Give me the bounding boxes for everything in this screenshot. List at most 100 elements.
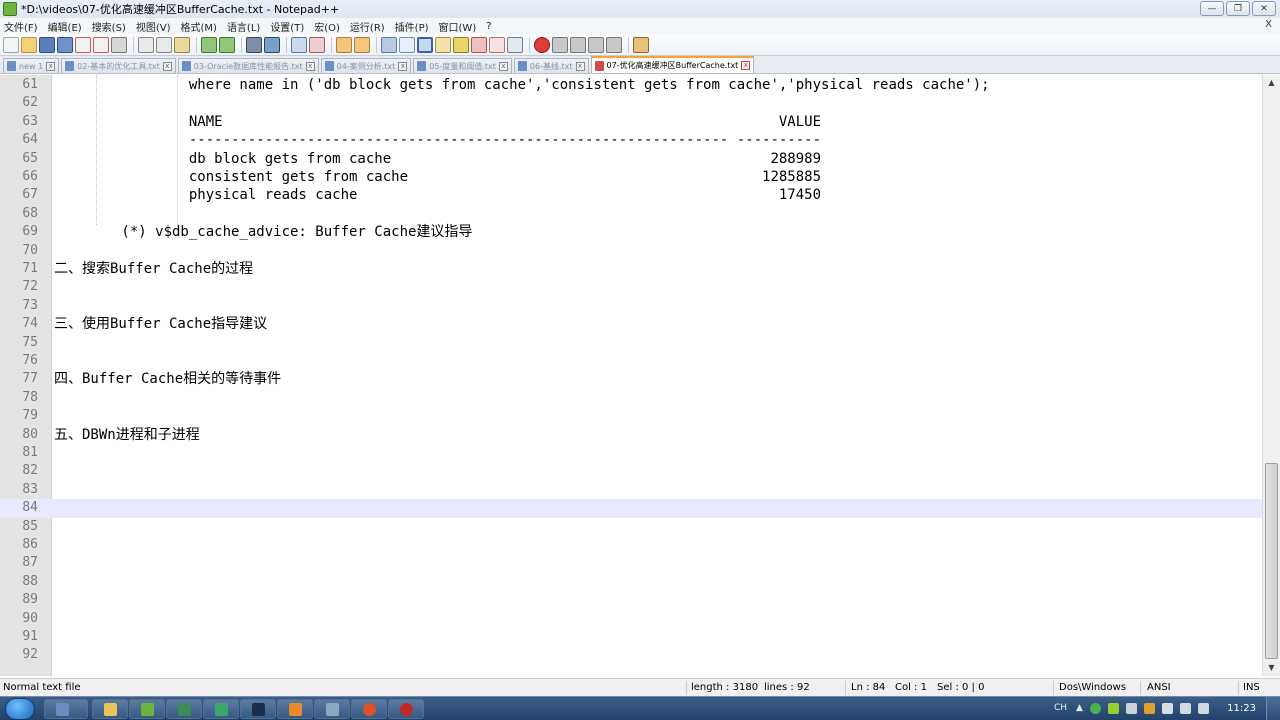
- show-desktop-button[interactable]: [1266, 697, 1280, 720]
- open-file-icon[interactable]: [21, 36, 37, 53]
- line-text[interactable]: (*) v$db_cache_advice: Buffer Cache建议指导: [54, 223, 472, 241]
- tab-close-icon[interactable]: x: [498, 61, 508, 71]
- editor-line[interactable]: 82: [0, 462, 1262, 480]
- editor-line[interactable]: 73: [0, 297, 1262, 315]
- new-file-icon[interactable]: [3, 36, 19, 53]
- taskbar-task-explorer[interactable]: [44, 699, 88, 719]
- status-insert-mode[interactable]: INS: [1243, 682, 1260, 693]
- line-text[interactable]: physical reads cache 17450: [54, 186, 821, 204]
- word-wrap-icon[interactable]: [381, 36, 397, 53]
- sync-horizontal-icon[interactable]: [354, 36, 370, 53]
- notepadpp-app-icon[interactable]: [3, 2, 17, 16]
- user-language-icon[interactable]: [435, 36, 451, 53]
- editor-line-current[interactable]: 84: [0, 499, 1262, 518]
- print-icon[interactable]: [111, 36, 127, 53]
- editor-line[interactable]: 74 三、使用Buffer Cache指导建议: [0, 315, 1262, 333]
- editor-line[interactable]: 90: [0, 610, 1262, 628]
- line-text[interactable]: consistent gets from cache 1285885: [54, 168, 821, 186]
- show-all-chars-icon[interactable]: [399, 36, 415, 53]
- line-text[interactable]: ----------------------------------------…: [54, 131, 821, 149]
- menu-search[interactable]: 搜索(S): [92, 19, 126, 34]
- menu-help[interactable]: ?: [486, 21, 491, 32]
- zoom-in-icon[interactable]: [291, 36, 307, 53]
- tray-app-icon[interactable]: [1144, 703, 1155, 714]
- restore-button[interactable]: ❐: [1226, 1, 1250, 16]
- editor-line[interactable]: 87: [0, 554, 1262, 572]
- copy-icon[interactable]: [156, 36, 172, 53]
- run-macro-multiple-icon[interactable]: [588, 36, 604, 53]
- editor-line[interactable]: 79: [0, 407, 1262, 425]
- line-text[interactable]: db block gets from cache 288989: [54, 150, 821, 168]
- editor-line[interactable]: 80 五、DBWn进程和子进程: [0, 426, 1262, 444]
- tab-07-active[interactable]: 07-优化高速缓冲区BufferCache.txt x: [590, 56, 755, 73]
- tray-app-icon[interactable]: [1126, 703, 1137, 714]
- scrollbar-thumb[interactable]: [1265, 463, 1278, 659]
- taskbar-task-notepadpp[interactable]: [129, 699, 165, 719]
- editor-line[interactable]: 63 NAME VALUE: [0, 113, 1262, 131]
- editor-line[interactable]: 78: [0, 389, 1262, 407]
- tab-close-icon[interactable]: x: [305, 61, 315, 71]
- doc-map-icon[interactable]: [453, 36, 469, 53]
- editor-line[interactable]: 92: [0, 646, 1262, 664]
- tab-06[interactable]: 06-基线.txt x: [513, 58, 589, 73]
- editor-line[interactable]: 83: [0, 481, 1262, 499]
- taskbar-task-8[interactable]: [351, 699, 387, 719]
- editor-line[interactable]: 61 where name in ('db block gets from ca…: [0, 76, 1262, 94]
- stop-macro-icon[interactable]: [552, 36, 568, 53]
- editor-line[interactable]: 85: [0, 518, 1262, 536]
- editor-line[interactable]: 77 四、Buffer Cache相关的等待事件: [0, 370, 1262, 388]
- editor-line[interactable]: 89: [0, 591, 1262, 609]
- taskbar-task-6[interactable]: [277, 699, 313, 719]
- menu-file[interactable]: 文件(F): [4, 19, 38, 34]
- cut-icon[interactable]: [138, 36, 154, 53]
- tab-close-icon[interactable]: x: [46, 61, 56, 71]
- tab-04[interactable]: 04-案例分析.txt x: [320, 58, 412, 73]
- menu-window[interactable]: 窗口(W): [439, 19, 477, 34]
- editor-line[interactable]: 75: [0, 334, 1262, 352]
- taskbar-task-folder[interactable]: [92, 699, 128, 719]
- sync-vertical-icon[interactable]: [336, 36, 352, 53]
- paste-icon[interactable]: [174, 36, 190, 53]
- line-text[interactable]: 二、搜索Buffer Cache的过程: [54, 260, 253, 278]
- tray-app-icon[interactable]: [1108, 703, 1119, 714]
- close-window-button[interactable]: ✕: [1252, 1, 1276, 16]
- folder-workspace-icon[interactable]: [489, 36, 505, 53]
- start-button[interactable]: [5, 698, 35, 720]
- editor-line[interactable]: 86: [0, 536, 1262, 554]
- menu-view[interactable]: 视图(V): [136, 19, 171, 34]
- replace-icon[interactable]: [264, 36, 280, 53]
- tab-03[interactable]: 03-Oracle数据库性能报告.txt x: [177, 58, 319, 73]
- status-eol[interactable]: Dos\Windows: [1059, 682, 1126, 693]
- editor-line[interactable]: 71 二、搜索Buffer Cache的过程: [0, 260, 1262, 278]
- editor-line[interactable]: 91: [0, 628, 1262, 646]
- menu-macro[interactable]: 宏(O): [314, 19, 340, 34]
- editor-line[interactable]: 72: [0, 278, 1262, 296]
- save-all-icon[interactable]: [57, 36, 73, 53]
- play-macro-icon[interactable]: [570, 36, 586, 53]
- taskbar-task-9[interactable]: [388, 699, 424, 719]
- zoom-out-icon[interactable]: [309, 36, 325, 53]
- taskbar-clock[interactable]: 11:23: [1227, 703, 1256, 714]
- save-icon[interactable]: [39, 36, 55, 53]
- editor-line[interactable]: 81: [0, 444, 1262, 462]
- tab-close-icon[interactable]: x: [741, 61, 751, 70]
- taskbar-task-7[interactable]: [314, 699, 350, 719]
- tab-close-icon[interactable]: x: [398, 61, 408, 71]
- plugin-icon[interactable]: [633, 36, 649, 53]
- tab-05[interactable]: 05-度量和阈值.txt x: [413, 58, 512, 73]
- taskbar-task-3[interactable]: [166, 699, 202, 719]
- network-icon[interactable]: [1180, 703, 1191, 714]
- minimize-button[interactable]: —: [1200, 1, 1224, 16]
- line-text[interactable]: 三、使用Buffer Cache指导建议: [54, 315, 267, 333]
- close-document-button[interactable]: X: [1265, 19, 1272, 30]
- editor-line[interactable]: 69 (*) v$db_cache_advice: Buffer Cache建议…: [0, 223, 1262, 241]
- tray-app-icon[interactable]: [1162, 703, 1173, 714]
- taskbar-task-5[interactable]: [240, 699, 276, 719]
- menu-plugins[interactable]: 插件(P): [395, 19, 429, 34]
- redo-icon[interactable]: [219, 36, 235, 53]
- undo-icon[interactable]: [201, 36, 217, 53]
- menu-language[interactable]: 语言(L): [227, 19, 260, 34]
- find-icon[interactable]: [246, 36, 262, 53]
- editor-line[interactable]: 68: [0, 205, 1262, 223]
- scroll-down-icon[interactable]: ▼: [1263, 660, 1280, 676]
